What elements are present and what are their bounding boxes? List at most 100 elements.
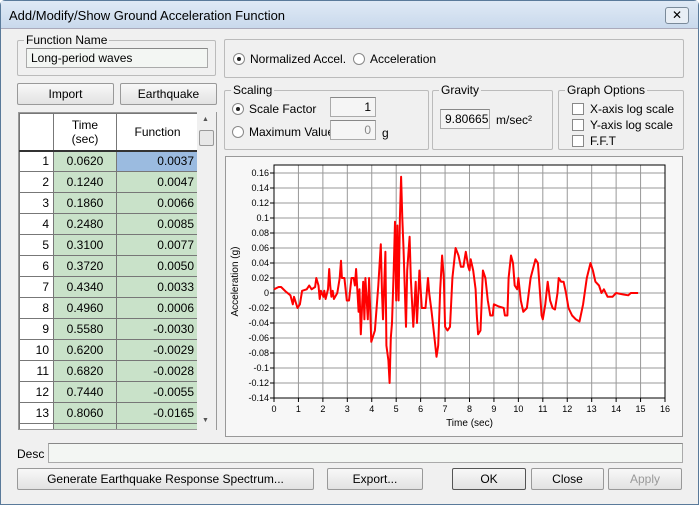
y-tick-label: 0.1 — [256, 213, 269, 223]
import-button[interactable]: Import — [17, 83, 114, 105]
x-tick-label: 8 — [467, 404, 472, 414]
y-tick-label: -0.06 — [248, 333, 269, 343]
function-cell[interactable]: 0.0077 — [116, 234, 199, 256]
scaling-label: Scaling — [231, 83, 275, 97]
table-row[interactable]: 4 0.2480 0.0085 — [19, 213, 199, 235]
time-cell[interactable]: 0.2480 — [53, 213, 117, 235]
radio-maximum-value[interactable]: Maximum Value — [232, 125, 334, 139]
export-button[interactable]: Export... — [327, 468, 423, 490]
table-row[interactable]: 13 0.8060 -0.0165 — [19, 402, 199, 424]
x-tick-label: 3 — [345, 404, 350, 414]
radio-label: Acceleration — [370, 52, 437, 66]
row-index: 4 — [19, 213, 54, 235]
time-cell[interactable]: 0.1240 — [53, 171, 117, 193]
y-tick-label: -0.02 — [248, 303, 269, 313]
function-cell[interactable]: -0.0028 — [116, 360, 199, 382]
x-tick-label: 9 — [491, 404, 496, 414]
x-tick-label: 13 — [587, 404, 597, 414]
table-row[interactable]: 8 0.4960 0.0006 — [19, 297, 199, 319]
table-row[interactable]: 7 0.4340 0.0033 — [19, 276, 199, 298]
time-cell[interactable]: 0.6200 — [53, 339, 117, 361]
function-table[interactable]: Time (sec) Function 1 0.0620 0.0037 2 0.1240… — [18, 112, 217, 430]
table-row[interactable]: 5 0.3100 0.0077 — [19, 234, 199, 256]
desc-input[interactable] — [48, 443, 683, 463]
table-row[interactable]: 10 0.6200 -0.0029 — [19, 339, 199, 361]
table-row[interactable]: 6 0.3720 0.0050 — [19, 255, 199, 277]
scroll-up-icon[interactable]: ▲ — [202, 116, 209, 123]
table-row[interactable]: 9 0.5580 -0.0030 — [19, 318, 199, 340]
function-name-input[interactable]: Long-period waves — [26, 48, 208, 68]
function-cell[interactable]: 0.0037 — [116, 150, 199, 172]
row-index: 1 — [19, 150, 54, 172]
time-cell[interactable]: 0.3720 — [53, 255, 117, 277]
time-cell[interactable]: 0.8060 — [53, 402, 117, 424]
function-cell[interactable]: 0.0085 — [116, 213, 199, 235]
time-cell[interactable]: 0.5580 — [53, 318, 117, 340]
function-cell[interactable]: 0.0033 — [116, 276, 199, 298]
checkbox-label: X-axis log scale — [590, 102, 675, 116]
y-tick-label: 0.12 — [251, 198, 269, 208]
maximum-value-input[interactable]: 0 — [330, 120, 376, 140]
fft-checkbox[interactable]: F.F.T — [572, 134, 616, 148]
function-name-group: Function Name Long-period waves — [17, 33, 216, 76]
y-tick-label: 0 — [264, 288, 269, 298]
ok-button[interactable]: OK — [452, 468, 526, 490]
radio-checked-icon — [232, 103, 244, 115]
time-cell[interactable]: 0.4960 — [53, 297, 117, 319]
gravity-input[interactable]: 9.80665 — [440, 109, 490, 129]
time-cell[interactable]: 0.1860 — [53, 192, 117, 214]
earthquake-button[interactable]: Earthquake — [120, 83, 217, 105]
y-tick-label: 0.14 — [251, 183, 269, 193]
time-cell[interactable]: 0.4340 — [53, 276, 117, 298]
table-header: Time (sec) Function — [19, 113, 199, 152]
header-time[interactable]: Time (sec) — [53, 113, 117, 152]
y-tick-label: 0.02 — [251, 273, 269, 283]
table-row[interactable]: 1 0.0620 0.0037 — [19, 150, 199, 172]
scroll-down-icon[interactable]: ▼ — [202, 417, 209, 424]
x-log-checkbox[interactable]: X-axis log scale — [572, 102, 674, 116]
function-cell[interactable]: -0.0030 — [116, 318, 199, 340]
apply-button[interactable]: Apply — [608, 468, 682, 490]
radio-scale-factor[interactable]: Scale Factor — [232, 102, 316, 116]
table-row[interactable]: 140.8680-0.0035 — [19, 423, 199, 429]
x-tick-label: 6 — [418, 404, 423, 414]
x-tick-label: 16 — [660, 404, 670, 414]
table-row[interactable]: 2 0.1240 0.0047 — [19, 171, 199, 193]
radio-normalized-accel[interactable]: Normalized Accel. — [233, 52, 346, 66]
function-cell[interactable]: 0.0006 — [116, 297, 199, 319]
y-log-checkbox[interactable]: Y-axis log scale — [572, 118, 673, 132]
generate-spectrum-button[interactable]: Generate Earthquake Response Spectrum... — [17, 468, 314, 490]
function-cell[interactable]: -0.0165 — [116, 402, 199, 424]
row-index: 3 — [19, 192, 54, 214]
table-row[interactable]: 3 0.1860 0.0066 — [19, 192, 199, 214]
function-cell[interactable]: -0.0035 — [116, 423, 199, 429]
close-window-button[interactable]: ✕ — [665, 7, 689, 24]
title-bar: Add/Modify/Show Ground Acceleration Func… — [1, 1, 698, 29]
time-cell[interactable]: 0.6820 — [53, 360, 117, 382]
radio-acceleration[interactable]: Acceleration — [353, 52, 436, 66]
checkbox-icon — [572, 103, 584, 115]
time-cell[interactable]: 0.3100 — [53, 234, 117, 256]
header-function[interactable]: Function — [116, 113, 199, 152]
close-button[interactable]: Close — [531, 468, 604, 490]
function-cell[interactable]: 0.0066 — [116, 192, 199, 214]
function-cell[interactable]: 0.0047 — [116, 171, 199, 193]
scaling-group: Scaling Scale Factor 1 Maximum Value 0 g — [224, 83, 429, 150]
table-row[interactable]: 12 0.7440 -0.0055 — [19, 381, 199, 403]
function-cell[interactable]: -0.0029 — [116, 339, 199, 361]
function-cell[interactable]: -0.0055 — [116, 381, 199, 403]
function-cell[interactable]: 0.0050 — [116, 255, 199, 277]
row-index: 11 — [19, 360, 54, 382]
graph-options-group: Graph Options X-axis log scale Y-axis lo… — [558, 83, 684, 150]
time-cell[interactable]: 0.7440 — [53, 381, 117, 403]
time-cell[interactable]: 0.8680 — [53, 423, 117, 429]
table-row[interactable]: 11 0.6820 -0.0028 — [19, 360, 199, 382]
table-scrollbar[interactable]: ▲ ▼ — [197, 112, 216, 430]
scroll-thumb[interactable] — [199, 130, 214, 146]
scale-factor-input[interactable]: 1 — [330, 97, 376, 117]
row-index: 9 — [19, 318, 54, 340]
y-axis-label: Acceleration (g) — [230, 246, 241, 316]
time-cell[interactable]: 0.0620 — [53, 150, 117, 172]
y-tick-label: 0.04 — [251, 258, 269, 268]
function-name-label: Function Name — [24, 33, 110, 47]
